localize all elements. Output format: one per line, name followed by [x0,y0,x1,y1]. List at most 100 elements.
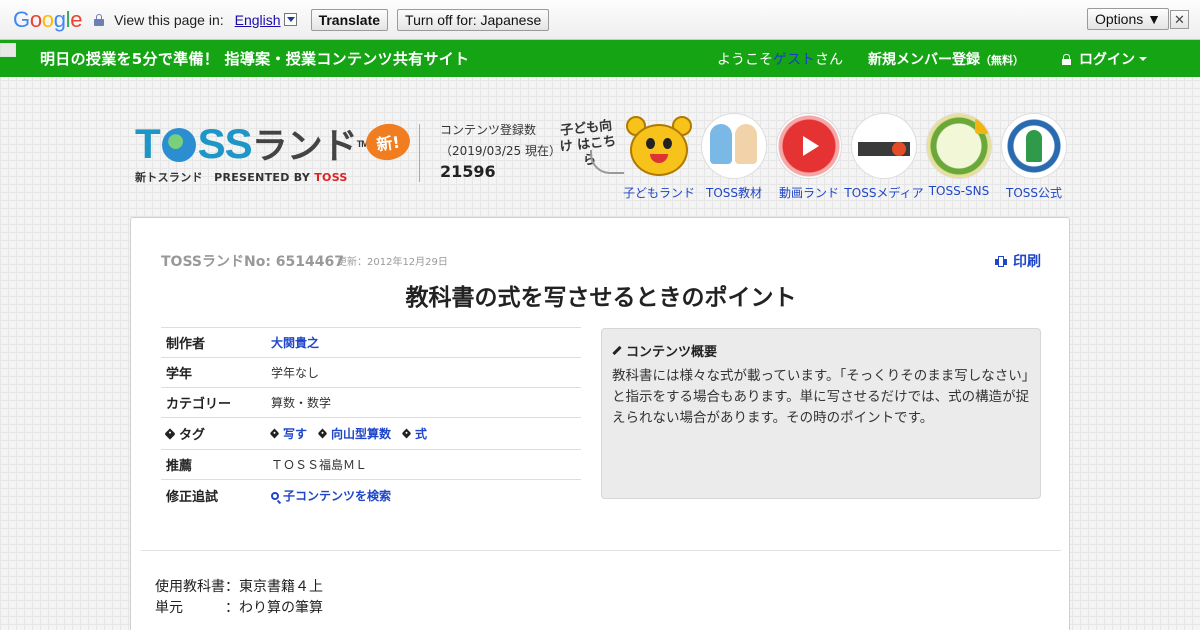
info-row-author: 制作者 大関貴之 [161,328,581,358]
info-row-recommend: 推薦 ＴＯＳＳ福島ＭＬ [161,450,581,480]
info-row-category: カテゴリー 算数・数学 [161,388,581,418]
header-divider [419,124,420,182]
logo-land: ランド [251,125,358,166]
summary-text: 教科書には様々な式が載っています。「そっくりそのまま写しなさい」と指示をする場合… [612,368,1030,426]
tag-link[interactable]: 向山型算数 [317,425,392,442]
author-link[interactable]: 大関貴之 [271,334,319,351]
nav-label: 動画ランド [778,186,839,200]
printer-icon [995,255,1007,267]
summary-panel: コンテンツ概要 教科書には様々な式が載っています。「そっくりそのまま写しなさい」… [601,328,1041,499]
logo-letters-ss: SS [197,120,253,167]
nav-toss-sns[interactable]: TOSS-SNS [922,114,996,201]
info-key-tags: タグ [161,424,271,443]
google-logo-letter: o [41,6,54,32]
close-icon[interactable]: ✕ [1170,10,1189,29]
info-value: ＴＯＳＳ福島ＭＬ [271,458,368,472]
welcome-suffix: さん [815,52,843,68]
view-page-label: View this page in: [114,11,224,28]
teaching-material-icon [702,114,766,178]
content-count-value: 21596 [440,162,496,181]
lock-icon [94,13,105,26]
info-value: 算数・数学 [271,396,332,410]
info-key: カテゴリー [166,397,232,412]
chevron-down-icon [1139,57,1147,61]
info-key: 修正追試 [166,489,219,505]
register-note: （無料） [980,54,1024,67]
tag-icon [317,428,328,439]
body-unit: 単元 ：わり算の筆算 [155,600,323,616]
tag-label: 向山型算数 [331,427,392,441]
toss-land-logo[interactable]: T SSランドTM 新! 新トスランド PRESENTED BY TOSS [135,120,415,185]
welcome-prefix: ようこそ [717,52,773,68]
summary-heading: コンテンツ概要 [612,341,717,360]
info-key: 制作者 [166,337,206,352]
dropdown-caret-icon [283,12,297,26]
logo-letter-t: T [135,120,161,167]
translate-bar: Google View this page in: English Transl… [0,0,1200,40]
section-divider [141,550,1061,551]
print-label: 印刷 [1013,254,1041,270]
nav-label: TOSS-SNS [928,184,990,198]
kids-mascot-icon[interactable] [624,114,694,184]
tag-link[interactable]: 写す [269,425,308,442]
body-textbook: 使用教科書：東京書籍４上 [155,579,323,595]
google-logo-letter: G [13,6,30,32]
land-number: TOSSランドNo: 6514467 [161,254,344,270]
arrow-icon [590,150,624,174]
official-emblem-icon [1002,114,1066,178]
lock-icon [1062,53,1071,65]
new-badge: 新! [363,121,413,163]
info-value: 学年なし [271,366,320,380]
search-child-content-link[interactable]: 子コンテンツを検索 [271,487,391,504]
tags-icon [164,427,176,440]
info-key-label: タグ [179,428,206,443]
tag-label: 写す [283,427,308,441]
login-label: ログイン [1079,52,1135,68]
content-count-date: （2019/03/25 現在） [440,144,561,158]
nav-douga-land[interactable]: 動画ランド [772,114,846,201]
broken-image-icon [0,43,16,57]
nav-toss-kyozai[interactable]: TOSS教材 [697,114,771,201]
tag-link[interactable]: 式 [401,425,427,442]
language-value: English [234,11,281,28]
info-table: 制作者 大関貴之 学年 学年なし カテゴリー 算数・数学 タグ 写す 向山型算数… [161,327,581,510]
nav-label: TOSSメディア [844,186,924,200]
sns-icon [927,114,991,178]
language-select[interactable]: English [235,12,297,28]
site-tagline: 明日の授業を5分で準備！ 指導案・授業コンテンツ共有サイト [40,50,470,68]
info-row-grade: 学年 学年なし [161,358,581,388]
google-logo: Google [13,7,82,33]
register-link[interactable]: 新規メンバー登録（無料） [868,49,1024,69]
content-card: TOSSランドNo: 6514467 更新：2012年12月29日 印刷 教科書… [130,217,1070,630]
guest-name: ゲスト [773,52,815,68]
print-button[interactable]: 印刷 [995,251,1041,271]
login-menu[interactable]: ログイン [1062,49,1147,69]
globe-icon [161,128,196,162]
nav-label: 子どもランド [622,186,695,200]
google-logo-letter: e [70,6,83,32]
translate-button[interactable]: Translate [310,8,389,31]
welcome-text: ようこそゲストさん [717,49,843,69]
info-row-revision: 修正追試 子コンテンツを検索 [161,480,581,510]
content-count-label: コンテンツ登録数 [440,123,537,137]
site-bar: 明日の授業を5分で準備！ 指導案・授業コンテンツ共有サイト ようこそゲストさん … [0,40,1200,77]
logo-sub-left: 新トスランド PRESENTED BY [135,171,315,184]
options-button[interactable]: Options ▼ [1087,8,1169,30]
google-logo-letter: g [53,6,66,32]
nav-label: TOSS公式 [1005,186,1062,200]
logo-sub-brand: TOSS [314,171,348,184]
info-key: 推薦 [166,459,193,474]
tag-icon [401,428,412,439]
nav-toss-media[interactable]: TOSSメディア [844,114,924,201]
tag-icon [269,428,280,439]
pencil-icon [612,345,622,356]
turn-off-button[interactable]: Turn off for: Japanese [397,8,550,31]
google-logo-letter: o [29,6,42,32]
nav-label: TOSS教材 [705,186,762,200]
updated-date: 更新：2012年12月29日 [337,257,448,268]
logo-subtitle: 新トスランド PRESENTED BY TOSS [135,169,348,185]
search-child-label: 子コンテンツを検索 [283,488,392,503]
nav-toss-official[interactable]: TOSS公式 [997,114,1071,201]
summary-heading-label: コンテンツ概要 [626,345,718,360]
register-label: 新規メンバー登録 [868,52,980,68]
